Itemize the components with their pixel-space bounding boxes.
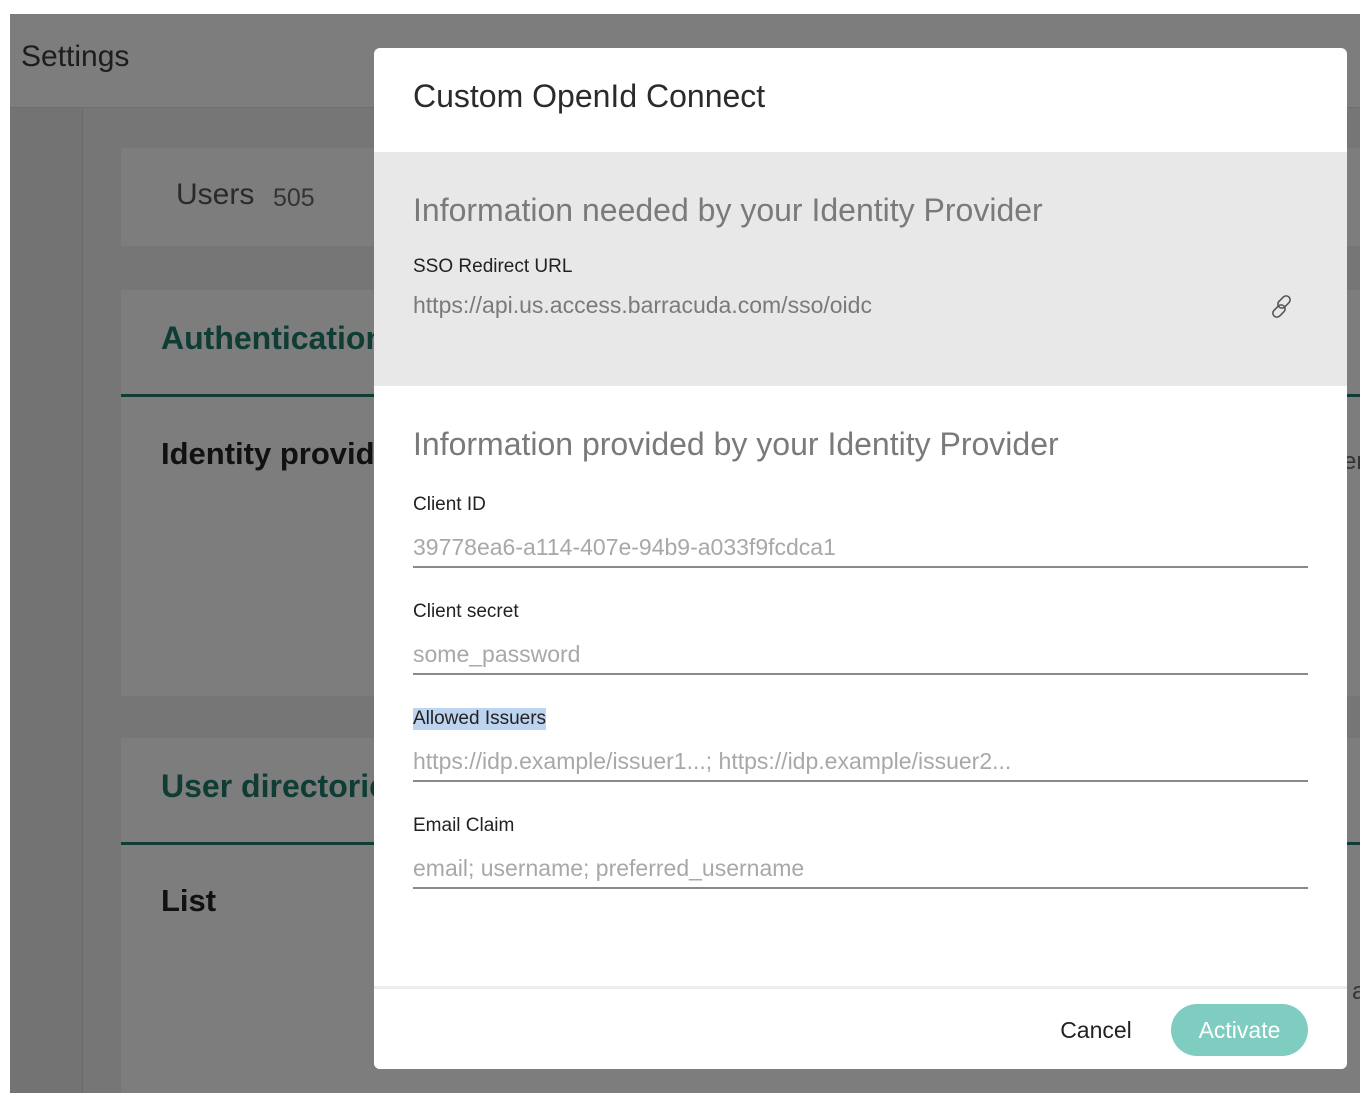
sso-redirect-url-label: SSO Redirect URL — [413, 256, 573, 277]
client-secret-label: Client secret — [413, 601, 519, 622]
custom-oidc-dialog: Custom OpenId Connect Information needed… — [374, 48, 1347, 1069]
email-claim-label: Email Claim — [413, 815, 515, 836]
activate-button[interactable]: Activate — [1171, 1004, 1308, 1056]
client-secret-field: Client secret — [413, 601, 1308, 697]
sso-redirect-url-value: https://api.us.access.barracuda.com/sso/… — [413, 292, 872, 318]
info-provided-section: Information provided by your Identity Pr… — [374, 386, 1347, 986]
link-icon[interactable] — [1267, 292, 1297, 322]
cancel-button[interactable]: Cancel — [1049, 1007, 1143, 1053]
client-id-input[interactable] — [413, 528, 1308, 568]
info-needed-section: Information needed by your Identity Prov… — [374, 152, 1347, 386]
allowed-issuers-label: Allowed Issuers — [413, 708, 547, 730]
info-provided-heading: Information provided by your Identity Pr… — [413, 426, 1059, 462]
client-secret-input[interactable] — [413, 635, 1308, 675]
email-claim-input[interactable] — [413, 849, 1308, 889]
client-id-field: Client ID — [413, 494, 1308, 590]
info-needed-heading: Information needed by your Identity Prov… — [413, 192, 1043, 228]
allowed-issuers-input[interactable] — [413, 742, 1308, 782]
dialog-footer: Cancel Activate — [374, 986, 1347, 1069]
dialog-title: Custom OpenId Connect — [413, 78, 766, 114]
client-id-label: Client ID — [413, 494, 486, 515]
allowed-issuers-field: Allowed Issuers — [413, 708, 1308, 804]
email-claim-field: Email Claim — [413, 815, 1308, 911]
